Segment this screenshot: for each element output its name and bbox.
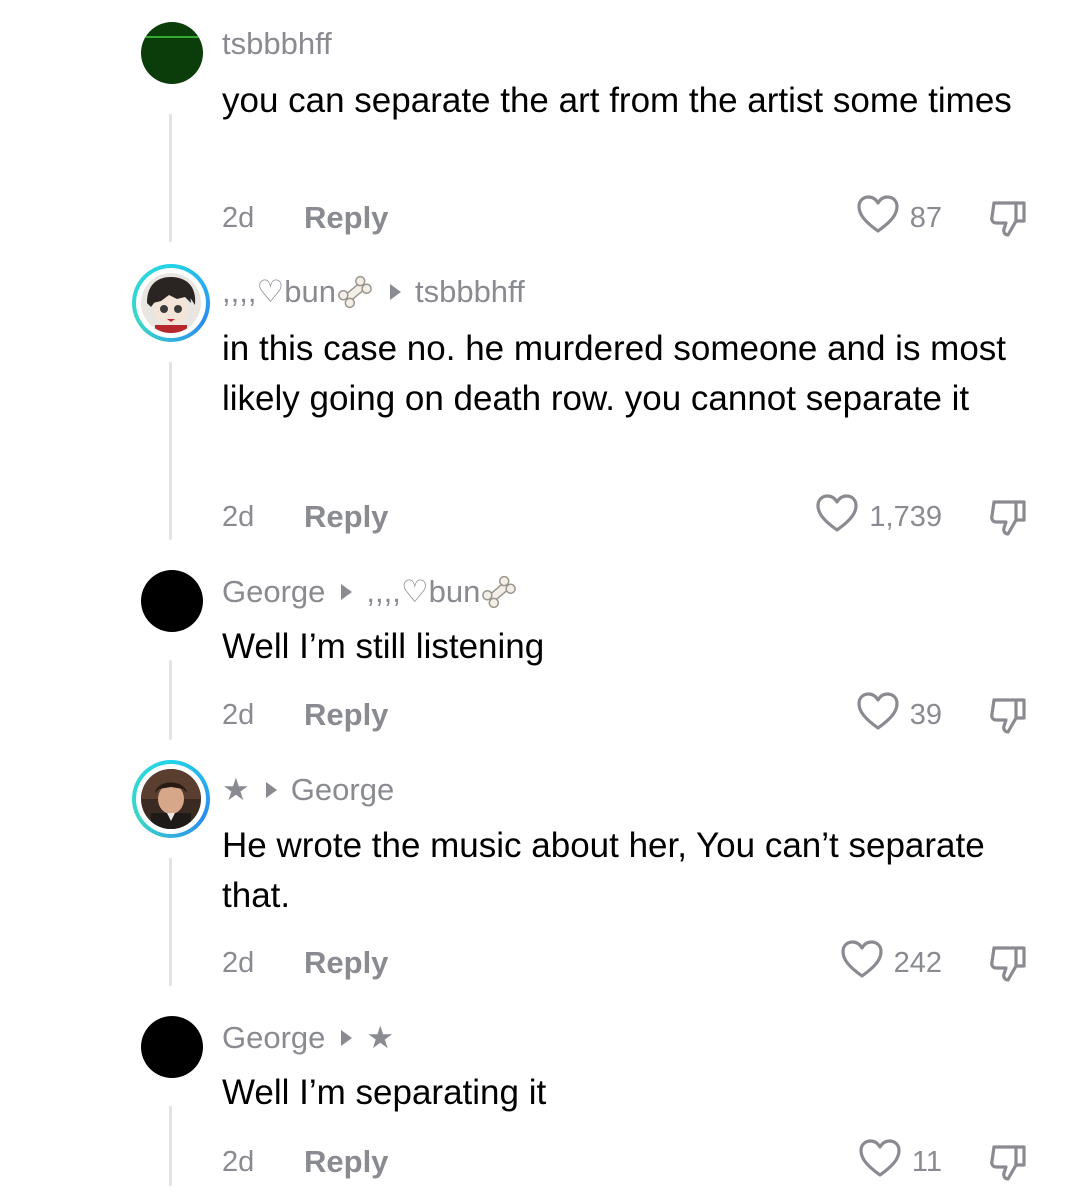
like-count: 39 [909, 698, 942, 731]
username[interactable]: George [222, 574, 325, 610]
username-row: George ★ [222, 1018, 394, 1058]
reply-button[interactable]: Reply [304, 945, 388, 981]
heart-outline-icon [856, 691, 900, 739]
username-row: tsbbbhff [222, 24, 332, 64]
triangle-right-icon [389, 284, 401, 300]
like-count: 1,739 [869, 500, 942, 533]
photo-avatar-image [141, 769, 201, 829]
like-count: 242 [893, 946, 942, 979]
thumbs-down-icon[interactable] [986, 195, 1032, 241]
reply-to-username[interactable]: tsbbbhff [415, 274, 525, 310]
bone-emoji-icon [480, 575, 518, 609]
thread-line [169, 114, 172, 242]
like-button[interactable]: 1,739 [815, 493, 942, 541]
comment-text: Well I’m separating it [222, 1073, 547, 1112]
reply-to-username[interactable]: ,,,,♡bun [366, 574, 480, 610]
comment-time: 2d [222, 946, 255, 979]
avatar[interactable] [141, 570, 203, 632]
heart-outline-icon [856, 194, 900, 242]
comment-time: 2d [222, 698, 255, 731]
username-row: George ,,,,♡bun [222, 572, 518, 612]
reply-button[interactable]: Reply [304, 697, 388, 733]
username[interactable]: ,,,,♡bun [222, 274, 336, 310]
thread-line [169, 362, 172, 540]
thumbs-down-icon[interactable] [986, 940, 1032, 986]
comment-meta: 2d Reply 242 [222, 939, 1032, 987]
avatar[interactable] [132, 264, 210, 342]
heart-outline-icon [840, 939, 884, 987]
username[interactable]: George [222, 1020, 325, 1056]
username[interactable]: ★ [222, 772, 250, 808]
triangle-right-icon [341, 584, 353, 600]
heart-outline-icon [815, 493, 859, 541]
reply-to-username[interactable]: ★ [366, 1020, 394, 1056]
avatar[interactable] [132, 760, 210, 838]
comment-meta: 2d Reply 87 [222, 194, 1032, 242]
comment-text: Well I’m still listening [222, 627, 545, 666]
comment-time: 2d [222, 1145, 255, 1178]
reply-button[interactable]: Reply [304, 200, 388, 236]
thumbs-down-icon[interactable] [986, 1139, 1032, 1185]
thread-line [169, 1106, 172, 1186]
comment-time: 2d [222, 500, 255, 533]
triangle-right-icon [265, 782, 277, 798]
heart-outline-icon [858, 1138, 902, 1186]
avatar[interactable] [141, 22, 203, 84]
like-button[interactable]: 87 [856, 194, 942, 242]
comment-meta: 2d Reply 39 [222, 691, 1032, 739]
username[interactable]: tsbbbhff [222, 26, 332, 62]
thumbs-down-icon[interactable] [986, 692, 1032, 738]
reply-button[interactable]: Reply [304, 1144, 388, 1180]
thumbs-down-icon[interactable] [986, 494, 1032, 540]
comment-text: in this case no. he murdered someone and… [222, 329, 1007, 418]
reply-to-username[interactable]: George [291, 772, 394, 808]
comment-text: you can separate the art from the artist… [222, 81, 1012, 120]
like-button[interactable]: 242 [840, 939, 942, 987]
bone-emoji-icon [336, 275, 374, 309]
comment-text: He wrote the music about her, You can’t … [222, 826, 985, 915]
thread-line [169, 858, 172, 986]
comment-time: 2d [222, 201, 255, 234]
like-button[interactable]: 11 [858, 1138, 942, 1186]
thread-line [169, 660, 172, 740]
like-count: 11 [911, 1145, 942, 1178]
anime-avatar-image [141, 273, 201, 333]
username-row: ★ George [222, 770, 394, 810]
comment-meta: 2d Reply 1,739 [222, 493, 1032, 541]
reply-button[interactable]: Reply [304, 499, 388, 535]
username-row: ,,,,♡bun tsbbbhff [222, 272, 525, 312]
like-count: 87 [909, 201, 942, 234]
triangle-right-icon [341, 1030, 353, 1046]
comment-meta: 2d Reply 11 [222, 1138, 1032, 1186]
like-button[interactable]: 39 [856, 691, 942, 739]
avatar[interactable] [141, 1016, 203, 1078]
